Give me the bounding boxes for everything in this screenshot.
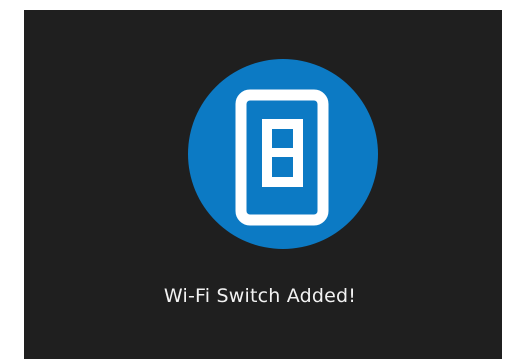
success-message: Wi-Fi Switch Added! — [163, 285, 357, 307]
wifi-switch-icon — [235, 89, 329, 226]
device-icon-badge — [188, 59, 378, 249]
